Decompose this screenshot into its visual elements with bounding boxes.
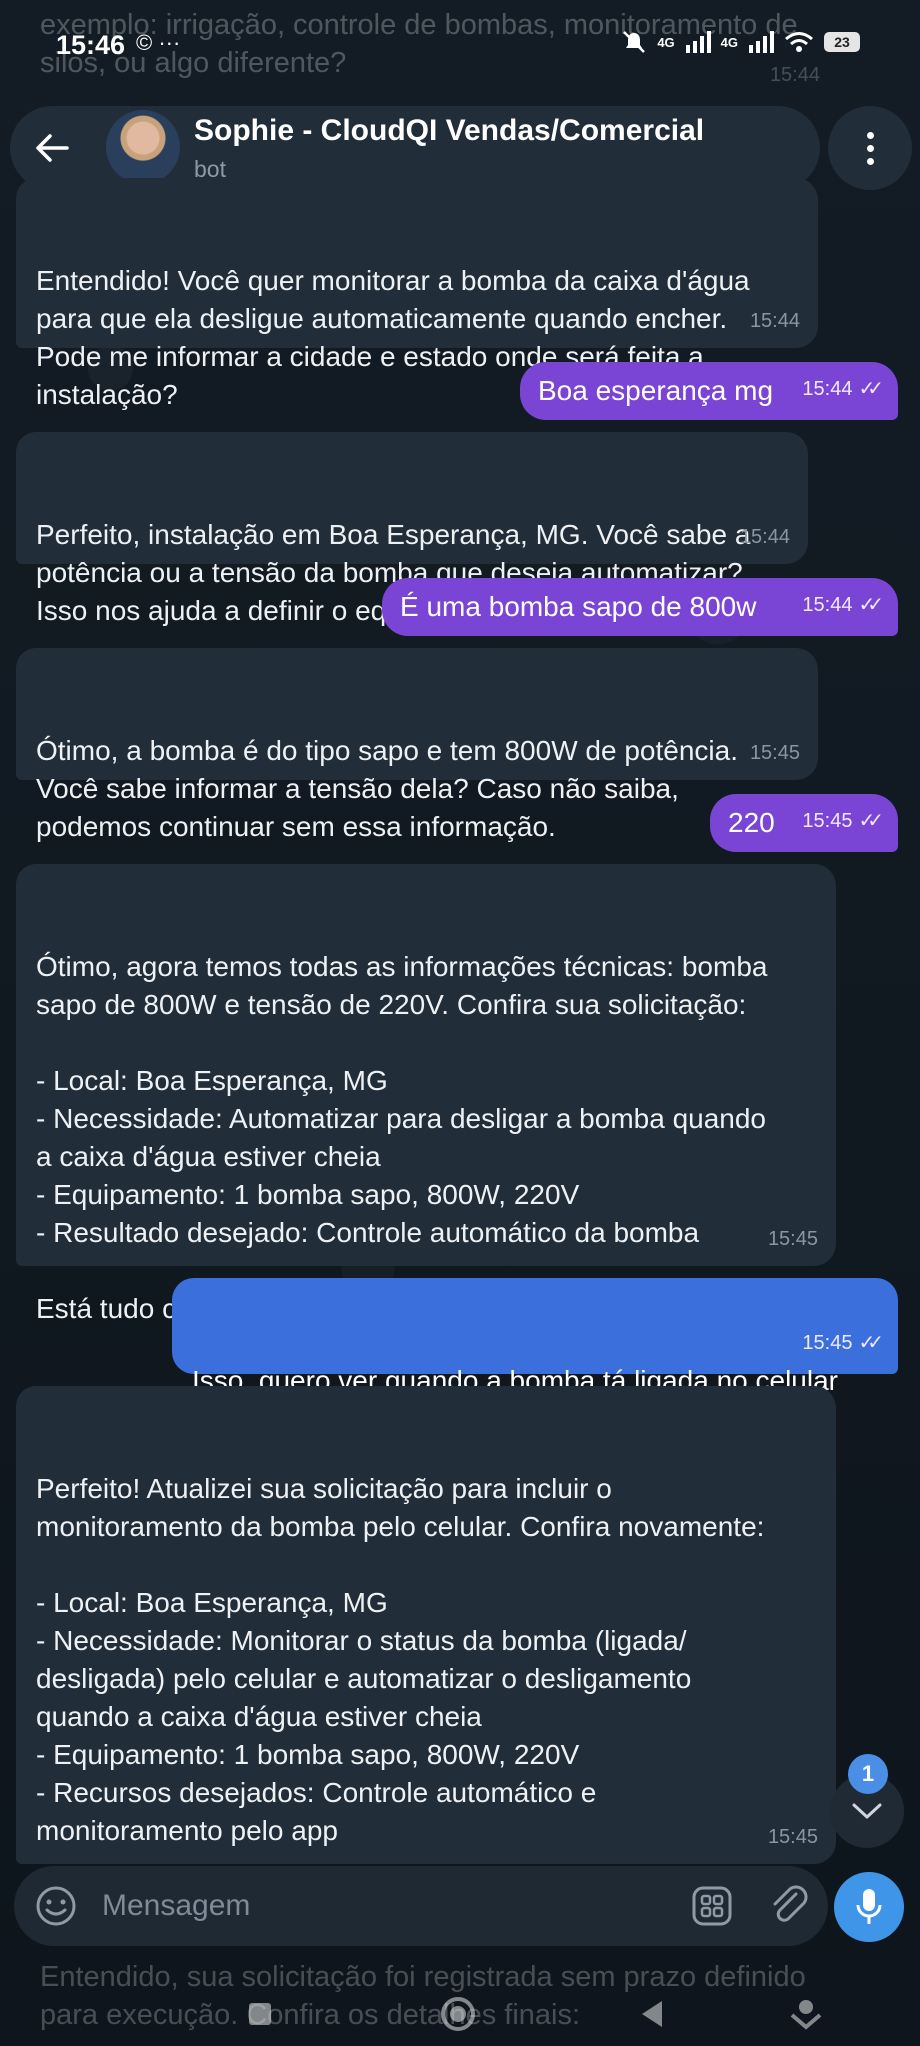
wifi-icon — [785, 32, 813, 52]
message-meta: 15:45 ✓✓ — [802, 1324, 884, 1362]
message-time: 15:45 — [749, 742, 800, 764]
message-meta: 15:45 ✓✓ — [802, 802, 884, 840]
home-button[interactable] — [438, 1994, 478, 2034]
chevron-down-icon — [852, 1803, 882, 1819]
voice-record-button[interactable] — [834, 1872, 904, 1942]
nav-extra-button[interactable] — [786, 1994, 826, 2034]
message-incoming[interactable]: Perfeito! Atualizei sua solicitação para… — [16, 1386, 836, 1922]
square-icon — [249, 2003, 271, 2025]
avatar[interactable] — [106, 110, 180, 184]
apps-button[interactable] — [690, 1884, 734, 1928]
message-time: 15:44 — [749, 310, 800, 332]
more-vertical-dot — [866, 157, 874, 165]
emoji-icon — [36, 1886, 76, 1926]
message-time: 15:45 — [802, 1332, 853, 1354]
triangle-back-icon — [642, 2001, 662, 2027]
network-type-1: 4G — [657, 34, 675, 50]
unread-count-badge: 1 — [848, 1754, 888, 1794]
mute-icon — [623, 31, 646, 53]
chat-title[interactable]: Sophie - CloudQI Vendas/Comercial — [194, 114, 704, 148]
message-outgoing[interactable]: Boa esperança mg 15:44 ✓✓ — [520, 362, 898, 420]
recent-apps-button[interactable] — [240, 1994, 280, 2034]
status-time: 15:46 — [56, 30, 126, 60]
double-check-icon: ✓✓ — [858, 1332, 883, 1354]
status-bar: 15:46 © ··· 4G 4G 23 — [0, 0, 920, 100]
message-text: Boa esperança mg — [538, 375, 774, 406]
double-check-icon: ✓✓ — [858, 378, 883, 400]
microphone-icon — [856, 1889, 882, 1924]
status-notification-icons: © ··· — [136, 30, 181, 55]
attach-button[interactable] — [766, 1882, 814, 1930]
message-text: 220 — [728, 807, 775, 838]
circle-icon — [441, 1997, 475, 2031]
message-time: 15:44 — [739, 526, 790, 548]
grid-icon — [692, 1886, 732, 1926]
more-options-button[interactable] — [828, 106, 912, 190]
message-meta: 15:44 ✓✓ — [802, 586, 884, 624]
message-outgoing[interactable]: 220 15:45 ✓✓ — [710, 794, 898, 852]
message-time: 15:45 — [767, 1826, 818, 1848]
message-text: Perfeito! Atualizei sua solicitação para… — [36, 1473, 765, 1922]
signal-icon — [685, 31, 711, 53]
network-type-2: 4G — [720, 34, 738, 50]
message-time: 15:45 — [802, 810, 853, 832]
message-time: 15:44 — [802, 378, 853, 400]
back-button[interactable] — [12, 108, 92, 188]
back-nav-button[interactable] — [632, 1994, 672, 2034]
message-incoming[interactable]: Perfeito, instalação em Boa Esperança, M… — [16, 432, 808, 626]
message-text: É uma bomba sapo de 800w — [400, 591, 757, 622]
message-text: Ótimo, agora temos todas as informações … — [36, 951, 768, 1324]
arrow-left-icon — [36, 134, 69, 162]
battery-indicator: 23 — [824, 32, 860, 52]
message-incoming[interactable]: Ótimo, agora temos todas as informações … — [16, 864, 836, 1324]
message-outgoing[interactable]: É uma bomba sapo de 800w 15:44 ✓✓ — [382, 578, 898, 636]
double-check-icon: ✓✓ — [858, 810, 883, 832]
message-input[interactable] — [100, 1880, 664, 1932]
message-text: Ótimo, a bomba é do tipo sapo e tem 800W… — [36, 735, 738, 842]
double-check-icon: ✓✓ — [858, 594, 883, 616]
system-navigation-bar — [0, 1976, 920, 2046]
more-vertical-icon — [866, 131, 874, 139]
message-outgoing[interactable]: Isso, quero ver quando a bomba tá ligada… — [172, 1278, 898, 1434]
message-incoming[interactable]: Entendido! Você quer monitorar a bomba d… — [16, 178, 818, 410]
status-indicators: 4G 4G 23 — [621, 30, 860, 54]
emoji-button[interactable] — [34, 1884, 78, 1928]
more-vertical-dot — [866, 144, 874, 152]
message-incoming[interactable]: Ótimo, a bomba é do tipo sapo e tem 800W… — [16, 648, 818, 842]
signal-icon-2 — [749, 31, 774, 53]
message-meta: 15:44 ✓✓ — [802, 370, 884, 408]
download-arrow-icon — [790, 2000, 822, 2030]
message-time: 15:44 — [802, 594, 853, 616]
paperclip-icon — [773, 1885, 808, 1922]
message-time: 15:45 — [767, 1228, 818, 1250]
